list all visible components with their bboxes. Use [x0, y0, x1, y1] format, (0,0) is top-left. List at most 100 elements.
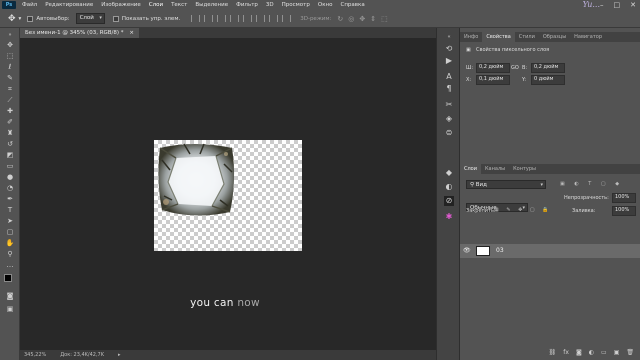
show-transform-controls-checkbox[interactable]: [112, 15, 119, 22]
slide-3d-icon[interactable]: ⇕: [370, 15, 376, 23]
menu-edit[interactable]: Редактирование: [41, 0, 97, 10]
new-layer-icon[interactable]: ▣: [614, 349, 620, 356]
autoselect-checkbox[interactable]: [27, 15, 34, 22]
crop-tool-icon[interactable]: ⌗: [5, 85, 15, 93]
character-icon[interactable]: A: [444, 72, 454, 82]
x-field[interactable]: 0,1 дюйм: [476, 75, 510, 85]
close-tab-icon[interactable]: ×: [129, 30, 134, 36]
minimize-icon[interactable]: –: [600, 1, 604, 9]
link-layers-icon[interactable]: ⛓: [549, 349, 557, 356]
lock-icons[interactable]: ▦ ✎ ✥ ▢ 🔒: [494, 207, 551, 213]
more-tools-icon[interactable]: …: [5, 261, 15, 269]
tab-properties[interactable]: Свойства: [482, 32, 515, 42]
brushes-icon[interactable]: ◈: [444, 114, 454, 124]
drag-3d-icon[interactable]: ✥: [359, 15, 365, 23]
layer-filter-icons[interactable]: ▣ ◐ T ▢ ◆: [560, 181, 623, 187]
align-center-icon[interactable]: [204, 15, 214, 22]
tab-navigator[interactable]: Навигатор: [570, 32, 606, 42]
tool-presets-icon[interactable]: ✂: [444, 100, 454, 110]
align-right-icon[interactable]: [217, 15, 227, 22]
quick-mask-icon[interactable]: ◙: [5, 292, 15, 300]
tab-info[interactable]: Инфо: [460, 32, 482, 42]
width-field[interactable]: 0,2 дюйм: [476, 63, 510, 73]
tab-swatches[interactable]: Образцы: [539, 32, 570, 42]
link-dimensions-icon[interactable]: GO: [511, 65, 519, 71]
hand-tool-icon[interactable]: ✋: [5, 239, 15, 247]
height-field[interactable]: 0,2 дюйм: [531, 63, 565, 73]
color-icon[interactable]: ✱: [444, 212, 454, 222]
healing-brush-tool-icon[interactable]: ✚: [5, 107, 15, 115]
clone-stamp-tool-icon[interactable]: ♜: [5, 129, 15, 137]
type-tool-icon[interactable]: T: [5, 206, 15, 214]
adjustments-icon[interactable]: ⊘: [444, 196, 454, 206]
fx-icon[interactable]: fx: [563, 349, 569, 356]
delete-layer-icon[interactable]: 🗑: [626, 349, 634, 356]
gradient-tool-icon[interactable]: ▭: [5, 162, 15, 170]
menu-image[interactable]: Изображение: [97, 0, 145, 10]
align-top-icon[interactable]: [230, 15, 240, 22]
path-select-tool-icon[interactable]: ➤: [5, 217, 15, 225]
visibility-eye-icon[interactable]: 👁: [463, 247, 471, 254]
history-icon[interactable]: ⟲: [444, 44, 454, 54]
menu-window[interactable]: Окно: [314, 0, 337, 10]
zoom-level[interactable]: 345,22%: [24, 352, 46, 358]
blur-tool-icon[interactable]: ●: [5, 173, 15, 181]
tab-channels[interactable]: Каналы: [481, 164, 509, 174]
new-group-icon[interactable]: ▭: [601, 349, 607, 356]
menu-type[interactable]: Текст: [167, 0, 191, 10]
add-mask-icon[interactable]: ◙: [576, 349, 582, 356]
autoselect-target-select[interactable]: Слой: [75, 13, 105, 24]
menu-select[interactable]: Выделение: [191, 0, 232, 10]
menu-file[interactable]: Файл: [18, 0, 41, 10]
y-field[interactable]: 0 дюйм: [531, 75, 565, 85]
brush-tool-icon[interactable]: ✐: [5, 118, 15, 126]
new-adjustment-icon[interactable]: ◐: [589, 349, 594, 356]
history-brush-tool-icon[interactable]: ↺: [5, 140, 15, 148]
distribute-icon[interactable]: [269, 15, 279, 22]
tab-paths[interactable]: Контуры: [509, 164, 540, 174]
dodge-tool-icon[interactable]: ◔: [5, 184, 15, 192]
eraser-tool-icon[interactable]: ◩: [5, 151, 15, 159]
channels-icon[interactable]: ◐: [444, 182, 454, 192]
layer-filter-select[interactable]: ⚲ Вид: [466, 180, 546, 189]
layer-row[interactable]: 👁 03: [460, 244, 640, 258]
marquee-tool-icon[interactable]: ⬚: [5, 52, 15, 60]
layer-name[interactable]: 03: [496, 247, 504, 254]
lasso-tool-icon[interactable]: ℓ: [5, 63, 15, 71]
actions-icon[interactable]: ▶: [444, 56, 454, 66]
document-canvas[interactable]: [154, 140, 302, 251]
fill-field[interactable]: 100%: [612, 206, 636, 216]
layers-icon[interactable]: ◆: [444, 168, 454, 178]
move-tool-icon[interactable]: ✥: [5, 41, 15, 49]
align-middle-icon[interactable]: [243, 15, 253, 22]
paragraph-icon[interactable]: ¶: [444, 84, 454, 94]
align-bottom-icon[interactable]: [256, 15, 266, 22]
document-tab[interactable]: Без имени-1 @ 345% (03, RGB/8) * ×: [20, 28, 139, 38]
eyedropper-tool-icon[interactable]: ⟋: [5, 96, 15, 104]
menu-help[interactable]: Справка: [336, 0, 368, 10]
pen-tool-icon[interactable]: ✒: [5, 195, 15, 203]
distribute-2-icon[interactable]: [282, 15, 292, 22]
screen-mode-icon[interactable]: ▣: [5, 305, 15, 313]
quick-select-tool-icon[interactable]: ✎: [5, 74, 15, 82]
status-menu-arrow-icon[interactable]: ▸: [118, 352, 121, 358]
move-tool-icon[interactable]: ✥: [8, 14, 16, 24]
panel-collapse-icon[interactable]: »: [5, 31, 15, 39]
clone-source-icon[interactable]: ⊜: [444, 128, 454, 138]
roll-3d-icon[interactable]: ◎: [348, 15, 354, 23]
align-left-icon[interactable]: [191, 15, 201, 22]
close-icon[interactable]: ✕: [630, 1, 636, 9]
tab-layers[interactable]: Слои: [460, 164, 481, 174]
zoom-tool-icon[interactable]: ⚲: [5, 250, 15, 258]
rotate-3d-icon[interactable]: ↻: [337, 15, 343, 23]
maximize-icon[interactable]: □: [614, 1, 621, 9]
menu-view[interactable]: Просмотр: [278, 0, 314, 10]
menu-3d[interactable]: 3D: [262, 0, 278, 10]
foreground-color-swatch[interactable]: [4, 274, 12, 282]
tab-styles[interactable]: Стили: [515, 32, 539, 42]
menu-layers[interactable]: Слои: [145, 0, 167, 10]
rectangle-tool-icon[interactable]: ▢: [5, 228, 15, 236]
tool-preset-dropdown[interactable]: ▾: [19, 16, 22, 22]
menu-filter[interactable]: Фильтр: [232, 0, 262, 10]
scale-3d-icon[interactable]: ⬚: [381, 15, 388, 23]
